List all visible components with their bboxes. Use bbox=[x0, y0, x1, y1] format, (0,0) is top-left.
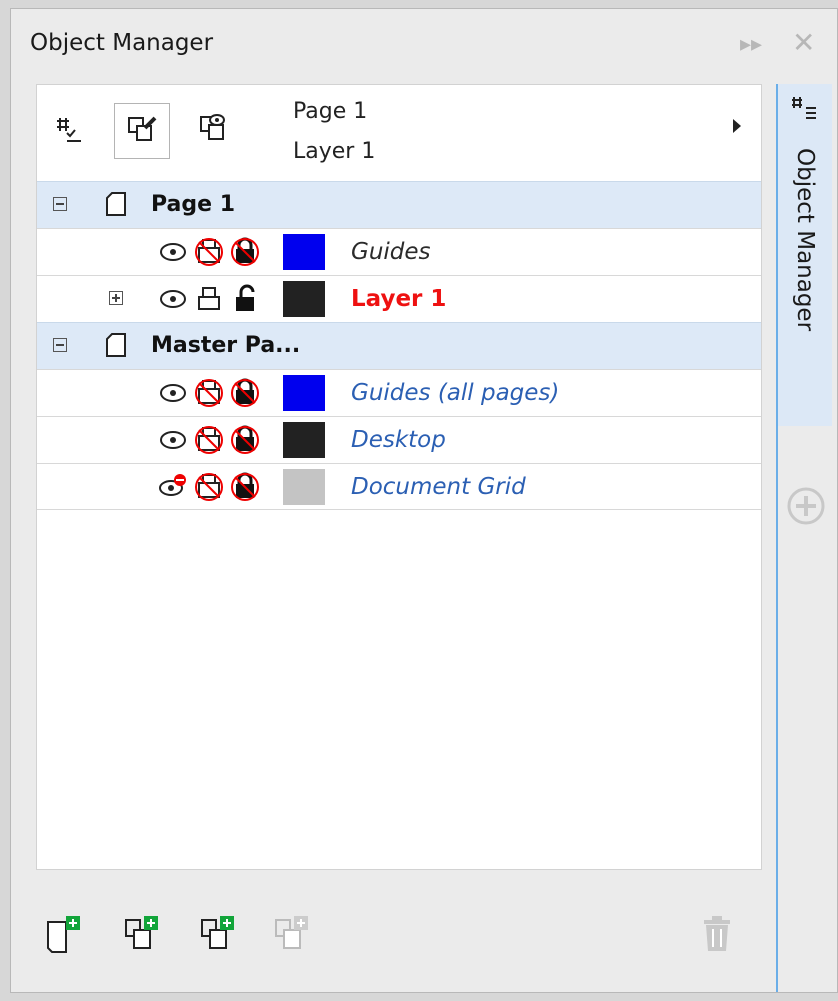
eye-icon[interactable] bbox=[157, 424, 189, 456]
page-icon bbox=[106, 192, 126, 216]
printer-icon[interactable] bbox=[193, 283, 225, 315]
unlock-icon[interactable] bbox=[229, 283, 261, 315]
add-docker-icon[interactable] bbox=[786, 486, 826, 526]
layer-row[interactable]: Desktop bbox=[37, 416, 761, 463]
layer-row[interactable]: Guides (all pages) bbox=[37, 369, 761, 416]
layer-name: Guides (all pages) bbox=[351, 380, 560, 406]
layer-manager-view-button[interactable] bbox=[187, 103, 243, 159]
side-tab-object-manager[interactable]: Object Manager bbox=[778, 84, 832, 426]
edit-across-layers-button[interactable] bbox=[114, 103, 170, 159]
new-master-layer-disabled-icon[interactable] bbox=[272, 914, 312, 954]
toolbar: Page 1 Layer 1 bbox=[37, 85, 761, 181]
printer-disabled-icon[interactable] bbox=[193, 471, 225, 503]
object-tree-panel: Page 1 Layer 1 Page 1 Guides Layer 1 Mas… bbox=[36, 84, 762, 870]
eye-icon[interactable] bbox=[157, 377, 189, 409]
layer-color-swatch[interactable] bbox=[283, 234, 325, 270]
lock-disabled-icon[interactable] bbox=[229, 424, 261, 456]
lock-disabled-icon[interactable] bbox=[229, 377, 261, 409]
layer-color-swatch[interactable] bbox=[283, 469, 325, 505]
collapse-toggle[interactable] bbox=[53, 338, 67, 352]
printer-disabled-icon[interactable] bbox=[193, 424, 225, 456]
lock-disabled-icon[interactable] bbox=[229, 236, 261, 268]
layer-row[interactable]: Guides bbox=[37, 228, 761, 275]
eye-icon[interactable] bbox=[157, 283, 189, 315]
eye-icon[interactable] bbox=[157, 236, 189, 268]
page-icon bbox=[106, 333, 126, 357]
page-row[interactable]: Page 1 bbox=[37, 181, 761, 228]
new-master-layer-icon[interactable] bbox=[198, 914, 238, 954]
layer-row[interactable]: Layer 1 bbox=[37, 275, 761, 322]
printer-disabled-icon[interactable] bbox=[193, 236, 225, 268]
layer-name: Document Grid bbox=[351, 474, 526, 500]
new-layer-icon[interactable] bbox=[122, 914, 162, 954]
flyout-menu-arrow[interactable] bbox=[733, 119, 741, 133]
close-icon[interactable]: ✕ bbox=[792, 29, 815, 57]
layer-color-swatch[interactable] bbox=[283, 281, 325, 317]
page-row[interactable]: Master Pa... bbox=[37, 322, 761, 369]
layer-name: Layer 1 bbox=[351, 286, 447, 312]
new-page-icon[interactable] bbox=[44, 914, 84, 954]
layer-name: Desktop bbox=[351, 427, 446, 453]
layer-color-swatch[interactable] bbox=[283, 375, 325, 411]
lock-disabled-icon[interactable] bbox=[229, 471, 261, 503]
printer-disabled-icon[interactable] bbox=[193, 377, 225, 409]
current-page-label: Page 1 bbox=[293, 99, 368, 124]
layer-name: Guides bbox=[351, 239, 431, 265]
edit-across-layers-icon bbox=[128, 116, 157, 141]
page-name: Page 1 bbox=[151, 192, 236, 217]
collapse-docker-button[interactable]: ▸▸ bbox=[740, 32, 762, 58]
current-layer-label: Layer 1 bbox=[293, 139, 376, 164]
expand-toggle[interactable] bbox=[109, 291, 123, 305]
show-object-properties-button[interactable] bbox=[43, 103, 99, 159]
docker-title: Object Manager bbox=[30, 30, 214, 56]
trash-icon[interactable] bbox=[698, 914, 738, 954]
collapse-toggle[interactable] bbox=[53, 197, 67, 211]
side-tab-label: Object Manager bbox=[792, 148, 818, 332]
object-properties-icon bbox=[57, 118, 81, 142]
eye-hidden-icon[interactable] bbox=[157, 471, 189, 503]
layer-manager-view-icon bbox=[200, 114, 225, 140]
layer-color-swatch[interactable] bbox=[283, 422, 325, 458]
layer-row[interactable]: Document Grid bbox=[37, 463, 761, 510]
page-name: Master Pa... bbox=[151, 333, 301, 358]
object-manager-icon bbox=[792, 97, 816, 119]
